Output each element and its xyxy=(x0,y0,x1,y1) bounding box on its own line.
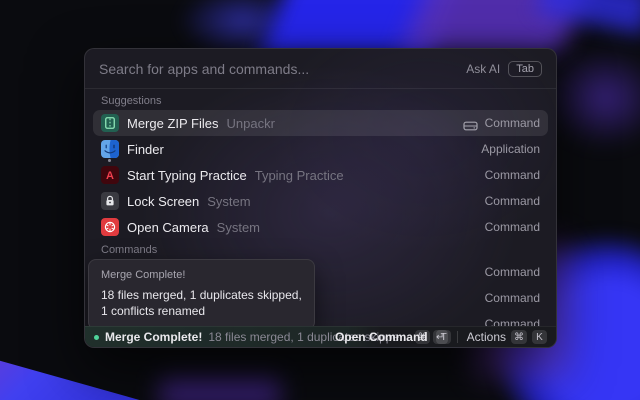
item-type: Command xyxy=(485,194,540,208)
item-title: Start Typing Practice xyxy=(127,168,247,183)
finder-icon xyxy=(101,140,119,158)
item-type: Command xyxy=(485,265,540,279)
ask-ai-button[interactable]: Ask AI xyxy=(466,62,500,76)
k-key-badge: K xyxy=(532,330,547,344)
svg-text:A: A xyxy=(106,170,114,182)
item-type: Command xyxy=(485,291,540,305)
enter-key-badge: ↵ xyxy=(433,330,448,344)
open-command-label: Open Command xyxy=(335,330,428,344)
item-type: Command xyxy=(485,168,540,182)
typing-practice-icon: A xyxy=(101,166,119,184)
tooltip-title: Merge Complete! xyxy=(101,269,302,281)
section-header-suggestions: Suggestions xyxy=(85,91,556,110)
item-title: Open Camera xyxy=(127,220,209,235)
item-type: Command xyxy=(485,116,540,130)
search-bar: Ask AI Tab xyxy=(85,49,556,89)
section-header-commands: Commands xyxy=(85,240,556,259)
item-title: Merge ZIP Files xyxy=(127,116,219,131)
merge-complete-toast[interactable]: Merge Complete! 18 files merged, 1 dupli… xyxy=(94,330,335,344)
wallpaper-blob xyxy=(545,48,640,148)
hard-drive-icon xyxy=(463,117,478,129)
list-item-start-typing-practice[interactable]: A Start Typing Practice Typing Practice … xyxy=(93,162,548,188)
item-title: Finder xyxy=(127,142,164,157)
status-bar-divider xyxy=(457,331,458,343)
actions-label: Actions xyxy=(467,330,506,344)
item-subtitle: Unpackr xyxy=(227,116,275,131)
camera-icon xyxy=(101,218,119,236)
item-subtitle: Typing Practice xyxy=(255,168,344,183)
merge-complete-tooltip: Merge Complete! 18 files merged, 1 dupli… xyxy=(88,259,315,330)
status-bar: Merge Complete! 18 files merged, 1 dupli… xyxy=(85,326,556,347)
item-title: Lock Screen xyxy=(127,194,199,209)
tab-key-badge: Tab xyxy=(508,61,542,77)
zip-icon xyxy=(101,114,119,132)
wallpaper-blob xyxy=(160,378,280,400)
tooltip-body: 18 files merged, 1 duplicates skipped, 1… xyxy=(101,287,302,319)
search-input[interactable] xyxy=(99,61,466,77)
command-key-badge: ⌘ xyxy=(511,330,527,344)
list-item-lock-screen[interactable]: Lock Screen System Command xyxy=(93,188,548,214)
open-command-button[interactable]: Open Command ↵ xyxy=(335,330,448,344)
item-subtitle: System xyxy=(217,220,260,235)
launcher-window: Ask AI Tab Suggestions Merge ZIP Files U… xyxy=(84,48,557,348)
list-item-finder[interactable]: Finder Application xyxy=(93,136,548,162)
item-type: Application xyxy=(481,142,540,156)
item-subtitle: System xyxy=(207,194,250,209)
running-indicator-dot xyxy=(108,159,111,162)
toast-title: Merge Complete! xyxy=(105,330,202,344)
lock-icon xyxy=(101,192,119,210)
list-item-merge-zip-files[interactable]: Merge ZIP Files Unpackr Command xyxy=(93,110,548,136)
item-type: Command xyxy=(485,220,540,234)
list-item-open-camera[interactable]: Open Camera System Command xyxy=(93,214,548,240)
toast-status-dot xyxy=(94,335,99,340)
actions-button[interactable]: Actions ⌘ K xyxy=(467,330,547,344)
